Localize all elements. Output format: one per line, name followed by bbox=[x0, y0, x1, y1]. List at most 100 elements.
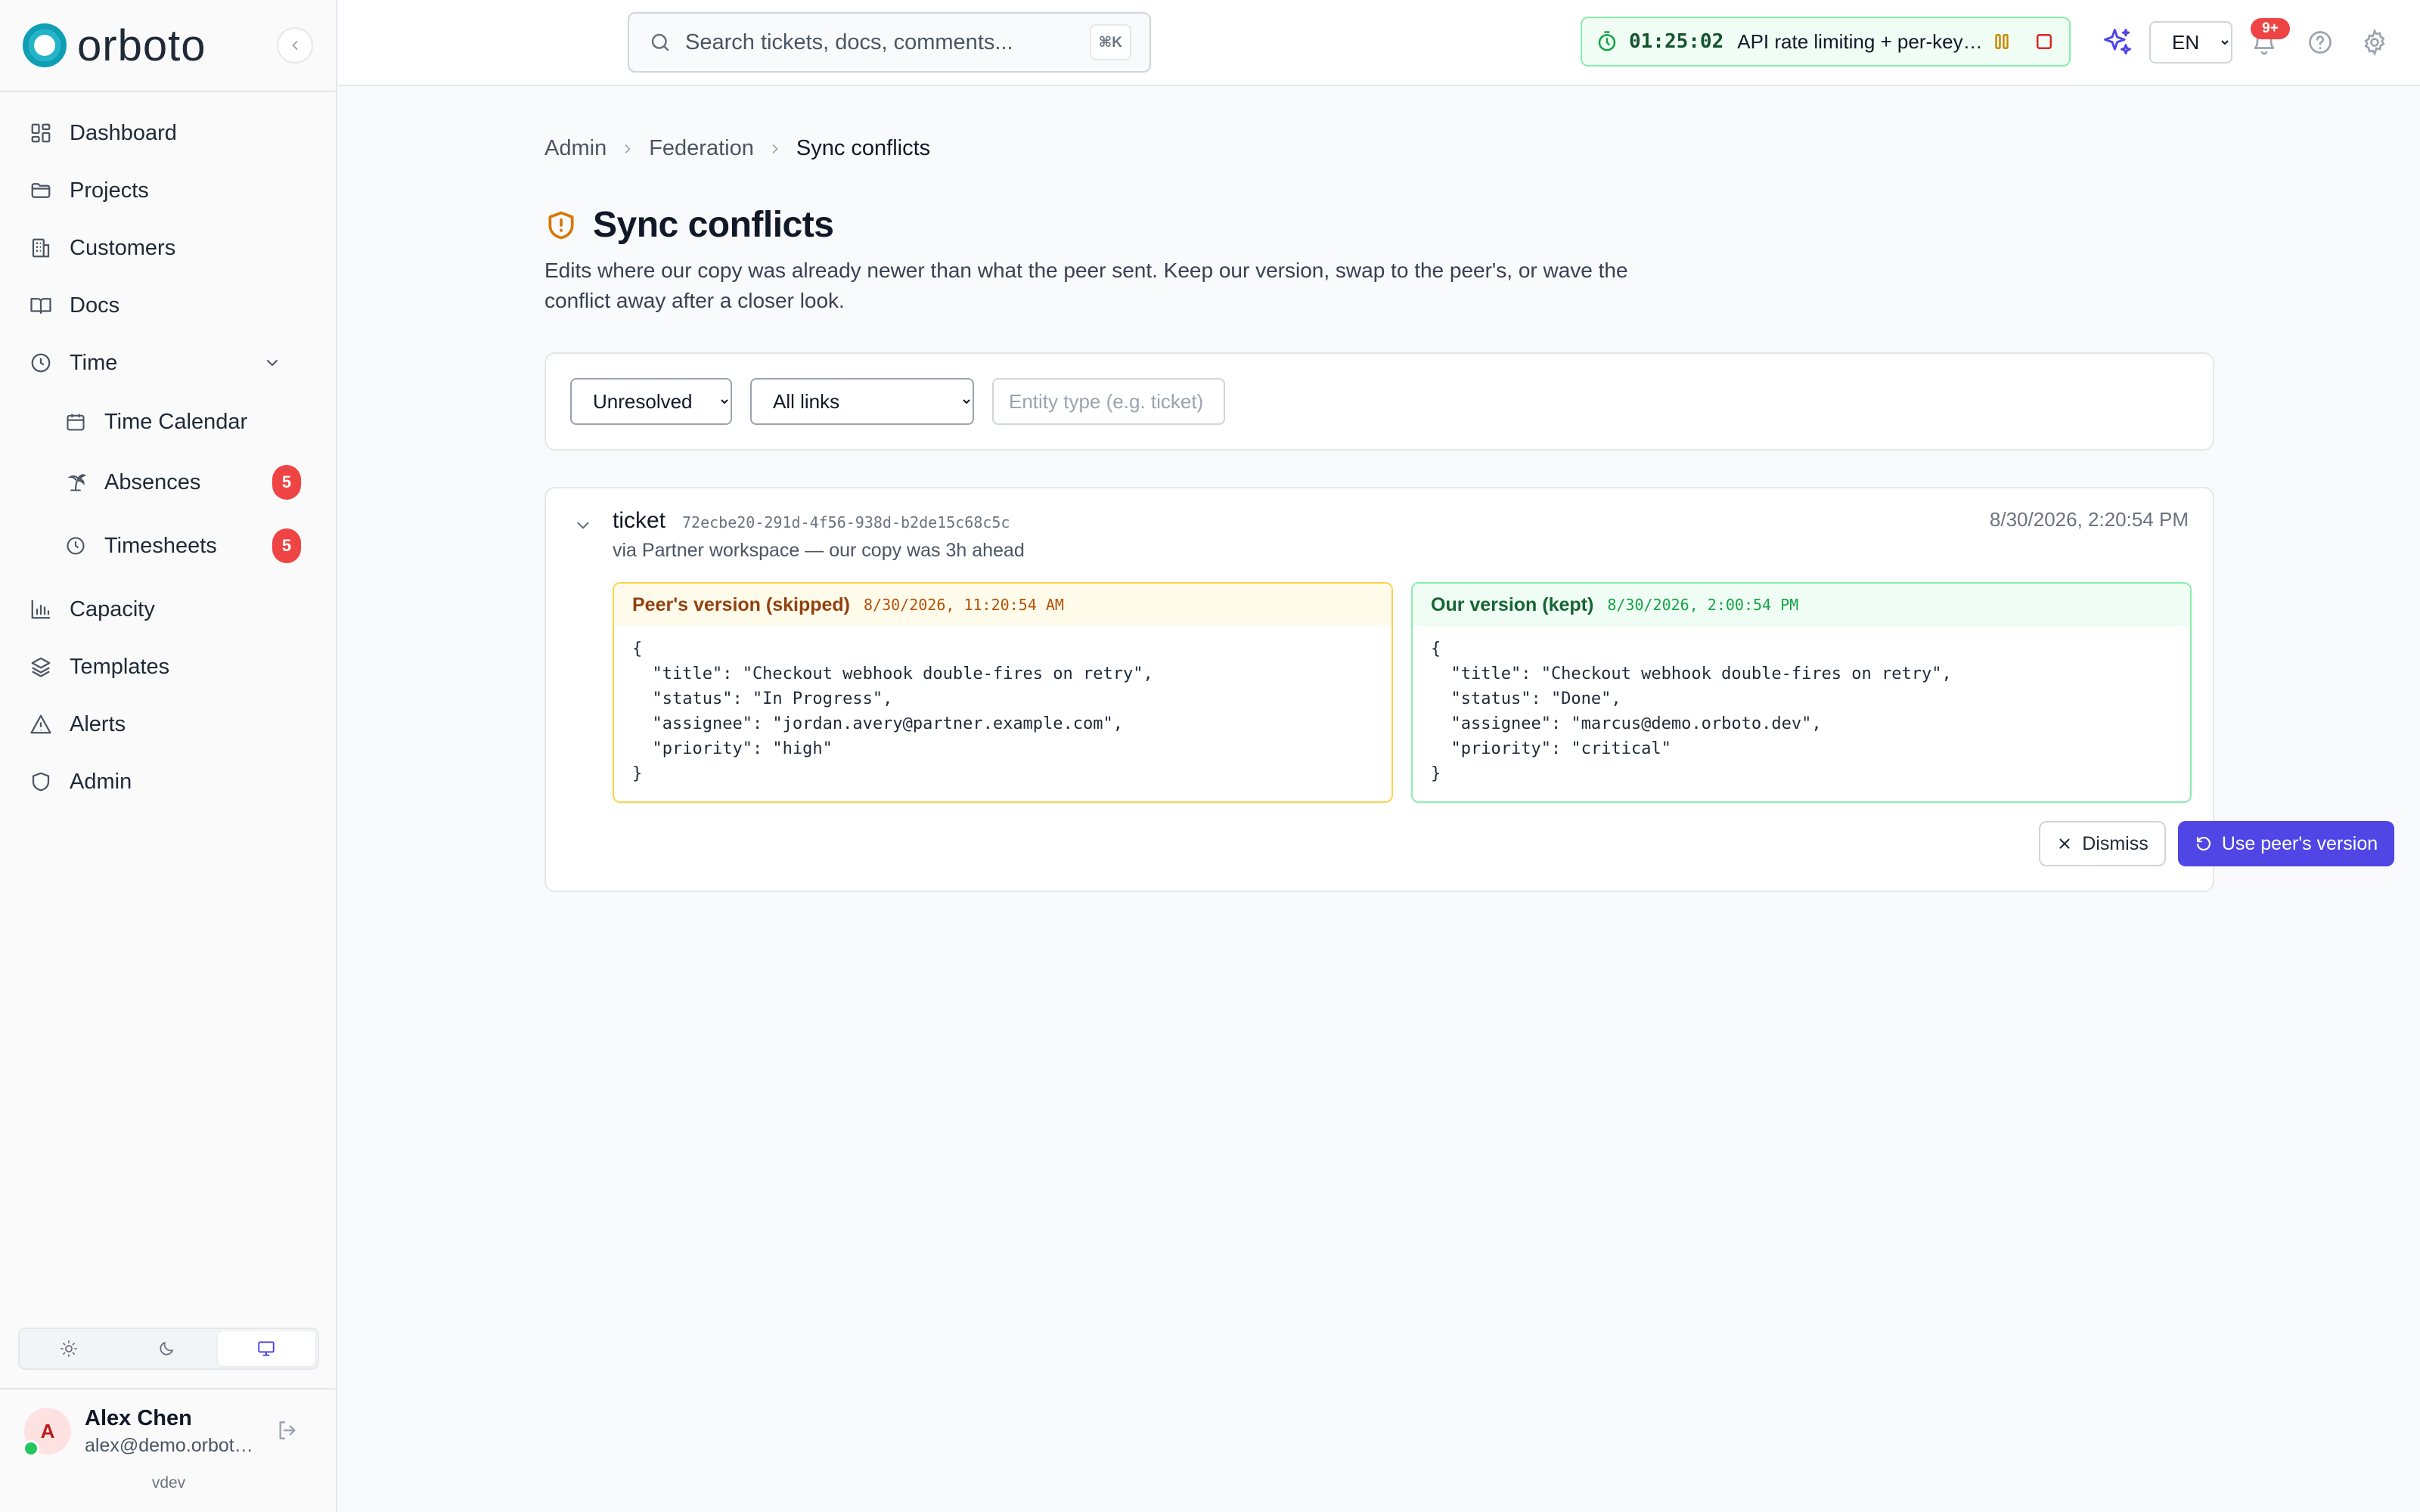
entity-type-input[interactable] bbox=[992, 378, 1225, 425]
use-peer-version-label: Use peer's version bbox=[2221, 832, 2378, 854]
language-select[interactable]: EN bbox=[2149, 21, 2232, 64]
theme-system-button[interactable] bbox=[217, 1331, 315, 1366]
sidebar-item-label: Time Calendar bbox=[104, 409, 248, 434]
stop-icon[interactable] bbox=[2033, 30, 2055, 53]
sidebar-item-alerts[interactable]: Alerts bbox=[17, 702, 319, 747]
monitor-icon bbox=[256, 1339, 276, 1359]
notification-badge: 9+ bbox=[2251, 18, 2290, 39]
logout-icon[interactable] bbox=[275, 1418, 299, 1442]
user-email: alex@demo.orboto.dev bbox=[85, 1435, 256, 1456]
sidebar-item-time-calendar[interactable]: Time Calendar bbox=[17, 399, 319, 445]
clock-icon bbox=[62, 535, 89, 556]
our-version-label: Our version (kept) bbox=[1431, 593, 1594, 615]
peer-version-header: Peer's version (skipped) 8/30/2026, 11:2… bbox=[614, 584, 1392, 626]
our-version-panel: Our version (kept) 8/30/2026, 2:00:54 PM… bbox=[1411, 582, 2192, 803]
global-search[interactable]: ⌘K bbox=[628, 12, 1151, 73]
theme-switcher bbox=[18, 1328, 319, 1370]
dismiss-button[interactable]: Dismiss bbox=[2039, 821, 2166, 866]
divider bbox=[0, 91, 337, 92]
conflict-entity-id: 72ecbe20-291d-4f56-938d-b2de15c68c5c bbox=[682, 513, 1010, 531]
conflict-card: ticket 72ecbe20-291d-4f56-938d-b2de15c68… bbox=[544, 487, 2394, 892]
active-timer[interactable]: 01:25:02 API rate limiting + per-key quo… bbox=[1581, 17, 2071, 67]
page-description: Edits where our copy was already newer t… bbox=[544, 259, 1628, 312]
breadcrumb: Admin Federation Sync conflicts bbox=[544, 136, 930, 161]
sidebar-item-templates[interactable]: Templates bbox=[17, 644, 319, 689]
shield-icon bbox=[27, 770, 54, 793]
sidebar-item-label: Dashboard bbox=[70, 120, 177, 145]
conflict-entity-type: ticket bbox=[613, 508, 666, 533]
bar-chart-icon bbox=[27, 598, 54, 621]
calendar-icon bbox=[62, 411, 89, 432]
use-peer-version-button[interactable]: Use peer's version bbox=[2178, 821, 2394, 866]
conflict-timestamp: 8/30/2026, 2:20:54 PM bbox=[1989, 508, 2189, 531]
sparkles-icon[interactable] bbox=[2101, 26, 2134, 59]
user-name: Alex Chen bbox=[85, 1406, 192, 1430]
divider bbox=[0, 1388, 337, 1390]
folder-icon bbox=[27, 179, 54, 202]
shield-alert-icon bbox=[544, 209, 578, 242]
sidebar-item-label: Projects bbox=[70, 178, 149, 203]
app-version: vdev bbox=[151, 1474, 186, 1492]
book-icon bbox=[27, 294, 54, 317]
sidebar-item-timesheets[interactable]: Timesheets 5 bbox=[17, 523, 319, 569]
sidebar-item-docs[interactable]: Docs bbox=[17, 283, 319, 328]
brand[interactable]: orboto bbox=[23, 20, 206, 70]
conflict-source: via Partner workspace — our copy was 3h … bbox=[613, 540, 1025, 561]
timer-task: API rate limiting + per-key quotas bbox=[1737, 29, 1984, 53]
sidebar-item-label: Templates bbox=[70, 654, 170, 679]
moon-icon bbox=[157, 1340, 175, 1358]
peer-version-panel: Peer's version (skipped) 8/30/2026, 11:2… bbox=[613, 582, 1393, 803]
online-status-dot bbox=[23, 1440, 39, 1457]
collapse-sidebar-button[interactable] bbox=[277, 27, 313, 64]
sidebar-item-label: Docs bbox=[70, 293, 120, 318]
sidebar-item-projects[interactable]: Projects bbox=[17, 168, 319, 213]
pause-icon[interactable] bbox=[1990, 30, 2013, 53]
peer-version-label: Peer's version (skipped) bbox=[632, 593, 851, 615]
brand-name: orboto bbox=[77, 20, 206, 70]
sidebar-item-capacity[interactable]: Capacity bbox=[17, 587, 319, 632]
layers-icon bbox=[27, 655, 54, 678]
help-icon[interactable] bbox=[2307, 29, 2334, 56]
close-icon bbox=[2056, 835, 2073, 852]
breadcrumb-federation[interactable]: Federation bbox=[649, 136, 754, 161]
chevron-left-icon bbox=[287, 38, 302, 53]
sidebar-item-admin[interactable]: Admin bbox=[17, 759, 319, 804]
top-header: ⌘K 01:25:02 API rate limiting + per-key … bbox=[339, 0, 2420, 86]
chevron-right-icon bbox=[768, 141, 783, 156]
status-filter-select[interactable]: Unresolved bbox=[570, 378, 732, 425]
peer-version-json: { "title": "Checkout webhook double-fire… bbox=[632, 640, 1153, 783]
sidebar-item-absences[interactable]: Absences 5 bbox=[17, 460, 319, 505]
clock-icon bbox=[27, 352, 54, 374]
chevron-down-icon[interactable] bbox=[259, 354, 286, 372]
chevron-right-icon bbox=[620, 141, 635, 156]
page-header: Sync conflicts bbox=[544, 204, 834, 246]
sidebar-item-label: Absences bbox=[104, 469, 201, 494]
count-badge: 5 bbox=[272, 465, 301, 500]
sidebar-item-time[interactable]: Time bbox=[17, 340, 319, 386]
our-version-header: Our version (kept) 8/30/2026, 2:00:54 PM bbox=[1413, 584, 2190, 626]
sun-icon bbox=[60, 1340, 78, 1358]
palm-tree-icon bbox=[62, 472, 89, 493]
link-filter-select[interactable]: All links bbox=[750, 378, 974, 425]
main-content: Admin Federation Sync conflicts Sync con… bbox=[339, 88, 2420, 1512]
sidebar-item-label: Customers bbox=[70, 235, 176, 260]
sidebar-item-dashboard[interactable]: Dashboard bbox=[17, 110, 319, 156]
breadcrumb-admin[interactable]: Admin bbox=[544, 136, 607, 161]
sidebar-item-label: Capacity bbox=[70, 596, 155, 621]
search-input[interactable] bbox=[685, 29, 1090, 55]
stopwatch-icon bbox=[1596, 30, 1618, 53]
sidebar-item-label: Alerts bbox=[70, 711, 126, 736]
sidebar-item-label: Admin bbox=[70, 769, 132, 794]
search-icon bbox=[649, 31, 672, 54]
dashboard-icon bbox=[27, 122, 54, 144]
our-version-json: { "title": "Checkout webhook double-fire… bbox=[1431, 640, 1952, 783]
sidebar-item-label: Time bbox=[70, 350, 118, 375]
theme-light-button[interactable] bbox=[20, 1329, 117, 1368]
page-title: Sync conflicts bbox=[593, 205, 834, 245]
chevron-down-icon[interactable] bbox=[573, 516, 593, 535]
gear-icon[interactable] bbox=[2361, 29, 2388, 56]
theme-dark-button[interactable] bbox=[117, 1329, 215, 1368]
sidebar-item-customers[interactable]: Customers bbox=[17, 225, 319, 271]
count-badge: 5 bbox=[272, 528, 301, 563]
sidebar: orboto Dashboard Projects Customers Docs… bbox=[0, 0, 337, 1512]
